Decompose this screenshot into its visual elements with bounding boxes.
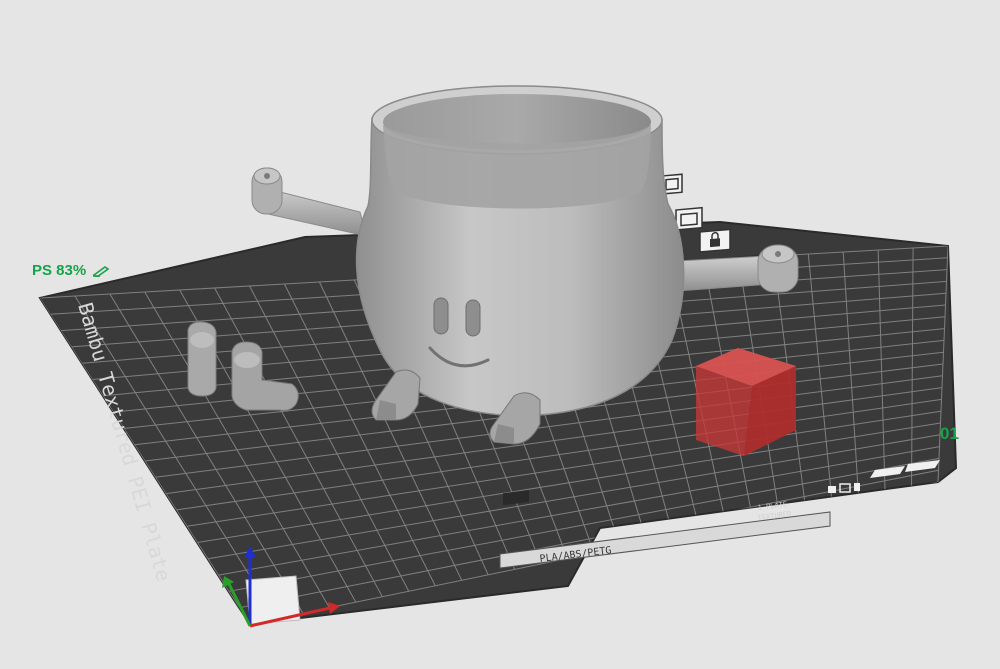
plate-title-text: PS 83% — [32, 262, 87, 279]
3d-viewport[interactable]: Bambu Textured PEI Plate PLA/ABS/PETG 1 … — [0, 0, 1000, 669]
lock-icon[interactable] — [699, 228, 731, 253]
model-pot[interactable] — [355, 85, 685, 417]
plate-number[interactable]: 01 — [940, 424, 959, 444]
plate-title[interactable]: PS 83% — [32, 262, 110, 279]
folder-icon[interactable] — [675, 206, 703, 231]
edit-icon[interactable] — [92, 265, 110, 277]
model-arm-left[interactable] — [251, 167, 367, 237]
